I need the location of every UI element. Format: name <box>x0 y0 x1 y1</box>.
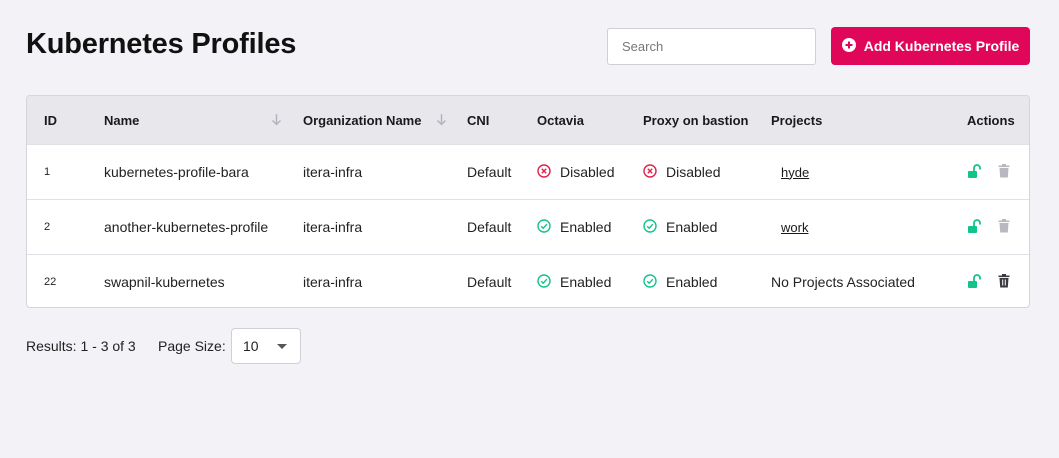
project-link[interactable]: hyde <box>781 145 809 199</box>
profiles-table: ID Name Organization Name CNI Octavia Pr… <box>26 95 1030 308</box>
trash-icon[interactable] <box>998 164 1010 181</box>
row-cni: Default <box>467 219 512 235</box>
table-header: ID Name Organization Name CNI Octavia Pr… <box>27 96 1029 144</box>
row-organization: itera-infra <box>303 164 363 180</box>
page-size-value: 10 <box>243 338 259 354</box>
column-header-cni: CNI <box>467 112 490 128</box>
x-circle-icon <box>537 163 551 181</box>
page-title: Kubernetes Profiles <box>26 28 297 60</box>
row-cni: Default <box>467 164 512 180</box>
unlock-icon[interactable] <box>967 274 981 292</box>
project-link-label[interactable]: hyde <box>781 165 809 180</box>
row-id: 22 <box>44 276 57 288</box>
column-header-projects: Projects <box>771 112 823 128</box>
row-cni: Default <box>467 274 512 290</box>
project-link-label[interactable]: work <box>781 220 808 235</box>
page-size-label: Page Size: <box>158 338 226 354</box>
check-circle-icon <box>537 218 551 236</box>
proxy-status: Disabled <box>643 145 720 199</box>
row-id: 2 <box>44 221 51 233</box>
column-header-proxy: Proxy on bastion <box>643 112 749 128</box>
add-button-label: Add Kubernetes Profile <box>863 38 1020 54</box>
octavia-status-label: Enabled <box>560 219 612 235</box>
check-circle-icon <box>643 273 657 291</box>
unlock-icon[interactable] <box>967 219 981 237</box>
plus-circle-icon <box>841 37 856 55</box>
row-name: another-kubernetes-profile <box>104 219 269 235</box>
column-header-octavia: Octavia <box>537 112 584 128</box>
page-size-select[interactable]: 10 <box>231 328 301 364</box>
row-organization: itera-infra <box>303 219 363 235</box>
search-input[interactable] <box>607 28 816 65</box>
column-header-organization[interactable]: Organization Name <box>303 96 421 144</box>
column-header-name[interactable]: Name <box>104 96 139 144</box>
octavia-status: Enabled <box>537 255 612 307</box>
add-kubernetes-profile-button[interactable]: Add Kubernetes Profile <box>831 27 1030 65</box>
table-row: 2 another-kubernetes-profile itera-infra… <box>27 199 1029 254</box>
table-row: 1 kubernetes-profile-bara itera-infra De… <box>27 144 1029 199</box>
results-count: Results: 1 - 3 of 3 <box>26 338 136 354</box>
table-row: 22 swapnil-kubernetes itera-infra Defaul… <box>27 254 1029 307</box>
unlock-icon[interactable] <box>967 164 981 182</box>
project-link[interactable]: work <box>781 200 808 254</box>
octavia-status: Enabled <box>537 200 611 254</box>
octavia-status: Disabled <box>537 145 614 199</box>
proxy-status: Enabled <box>643 200 717 254</box>
proxy-status: Enabled <box>643 255 718 307</box>
octavia-status-label: Enabled <box>560 274 612 290</box>
x-circle-icon <box>643 163 657 181</box>
trash-icon[interactable] <box>998 274 1010 291</box>
no-projects-text: No Projects Associated <box>771 274 915 290</box>
trash-icon[interactable] <box>998 219 1010 236</box>
row-organization: itera-infra <box>303 274 363 290</box>
row-name: kubernetes-profile-bara <box>104 164 249 180</box>
proxy-status-label: Enabled <box>666 274 718 290</box>
check-circle-icon <box>537 273 551 291</box>
chevron-down-icon <box>277 344 287 349</box>
row-name: swapnil-kubernetes <box>104 274 225 290</box>
check-circle-icon <box>643 218 657 236</box>
arrow-down-icon[interactable] <box>436 113 447 129</box>
column-header-actions: Actions <box>967 112 1015 128</box>
octavia-status-label: Disabled <box>560 164 615 180</box>
proxy-status-label: Disabled <box>666 164 721 180</box>
row-id: 1 <box>44 166 51 178</box>
arrow-down-icon[interactable] <box>271 113 282 129</box>
column-header-id: ID <box>44 112 57 128</box>
proxy-status-label: Enabled <box>666 219 718 235</box>
